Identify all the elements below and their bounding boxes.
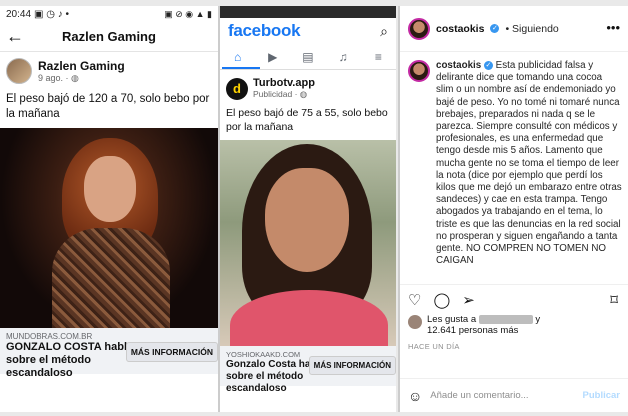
avatar[interactable] xyxy=(408,17,430,40)
following-status[interactable]: • Siguiendo xyxy=(505,23,558,35)
caption-avatar[interactable] xyxy=(408,60,430,82)
likes-prefix: Les gusta a xyxy=(427,314,477,325)
active-tab-indicator xyxy=(222,67,260,69)
home-icon[interactable]: ⌂ xyxy=(223,50,253,64)
more-options-icon[interactable]: ••• xyxy=(606,20,620,35)
facebook-post-panel-middle: facebook ⌕ ⌂ ▶ ▤ ♫ ≡ d Turbotv.app Publi… xyxy=(218,6,396,412)
image-dress-shape xyxy=(52,228,170,328)
facebook-post-panel-left: 20:44 ▣ ◷ ♪ • ▣ ⊘ ◉ ▲ ▮ ← Razlen Gaming … xyxy=(0,6,218,412)
emoji-icon[interactable]: ☺ xyxy=(408,388,422,404)
blurred-username xyxy=(478,314,533,324)
liker-avatar xyxy=(408,315,422,329)
bookmark-icon[interactable]: ⌑ xyxy=(610,291,618,309)
post-image[interactable] xyxy=(220,140,396,346)
page-avatar[interactable]: d xyxy=(226,77,248,100)
menu-icon[interactable]: ≡ xyxy=(363,50,393,64)
post-time: HACE UN DÍA xyxy=(408,342,460,351)
username[interactable]: costaokis xyxy=(436,23,484,35)
comment-bar: ☺ Añade un comentario... Publicar xyxy=(400,378,628,412)
video-icon[interactable]: ▶ xyxy=(258,50,288,64)
page-name[interactable]: Razlen Gaming xyxy=(38,59,125,73)
back-arrow-icon[interactable]: ← xyxy=(5,26,25,47)
bell-icon[interactable]: ♫ xyxy=(328,50,358,64)
caption-text: Esta publicidad falsa y delirante dice q… xyxy=(436,60,622,267)
likes-suffix: y xyxy=(535,314,541,325)
link-domain: MUNDOBRAS.COM.BR xyxy=(6,332,93,341)
likes-summary[interactable]: Les gusta a y 12.641 personas más xyxy=(400,314,628,336)
verified-icon: ✓ xyxy=(490,24,500,33)
page-title: Razlen Gaming xyxy=(62,29,156,44)
comment-icon[interactable]: ◯ xyxy=(433,291,450,309)
nav-tabs: ⌂ ▶ ▤ ♫ ≡ xyxy=(220,44,396,70)
post-header: d Turbotv.app Publicidad · ◍ xyxy=(220,70,396,104)
more-info-button[interactable]: MÁS INFORMACIÓN xyxy=(308,356,396,375)
caption-block: costaokis ✓ Esta publicidad falsa y deli… xyxy=(400,52,628,284)
post-image[interactable] xyxy=(0,128,218,328)
link-preview[interactable]: MUNDOBRAS.COM.BR GONZALO COSTA habló sob… xyxy=(0,328,218,379)
action-bar: ♡ ◯ ➢ ⌑ xyxy=(400,284,628,314)
avatar[interactable] xyxy=(6,58,32,84)
post-meta: 9 ago. · xyxy=(38,72,69,83)
status-bar: 20:44 ▣ ◷ ♪ • ▣ ⊘ ◉ ▲ ▮ xyxy=(0,6,218,22)
image-face-shape xyxy=(84,156,136,222)
status-time: 20:44 xyxy=(6,8,32,20)
comment-input[interactable]: Añade un comentario... xyxy=(430,390,574,401)
marketplace-icon[interactable]: ▤ xyxy=(293,50,323,64)
share-icon[interactable]: ➢ xyxy=(462,291,475,309)
likes-count[interactable]: 12.641 personas más xyxy=(427,325,518,336)
globe-icon: ◍ xyxy=(71,72,79,83)
status-notification-icons: ▣ ◷ ♪ • xyxy=(34,8,70,20)
caption-username[interactable]: costaokis xyxy=(436,60,481,71)
publish-button[interactable]: Publicar xyxy=(583,390,621,401)
page-name[interactable]: Turbotv.app xyxy=(253,77,315,89)
facebook-top-bar: facebook ⌕ xyxy=(220,18,396,44)
more-info-button[interactable]: MÁS INFORMACIÓN xyxy=(125,342,218,362)
post-text: El peso bajó de 75 a 55, solo bebo por l… xyxy=(226,107,388,133)
image-face-shape xyxy=(265,168,349,272)
instagram-post-panel: costaokis ✓ • Siguiendo ••• costaokis ✓ … xyxy=(398,6,628,412)
search-icon[interactable]: ⌕ xyxy=(380,23,388,40)
verified-icon: ✓ xyxy=(483,60,493,70)
page-header: ← Razlen Gaming xyxy=(0,22,218,52)
heart-icon[interactable]: ♡ xyxy=(408,291,421,309)
sponsored-label: Publicidad · xyxy=(253,89,300,99)
status-bar xyxy=(220,6,396,18)
globe-icon: ◍ xyxy=(299,89,308,99)
post-text: El peso bajó de 120 a 70, solo bebo por … xyxy=(6,93,210,120)
post-header: Razlen Gaming 9 ago. · ◍ xyxy=(0,52,218,90)
status-system-icons: ▣ ⊘ ◉ ▲ ▮ xyxy=(164,8,212,19)
facebook-logo[interactable]: facebook xyxy=(228,21,301,41)
link-preview[interactable]: YOSHIOKAAKD.COM Gonzalo Costa habló sobr… xyxy=(220,346,396,394)
post-header: costaokis ✓ • Siguiendo ••• xyxy=(400,6,628,52)
